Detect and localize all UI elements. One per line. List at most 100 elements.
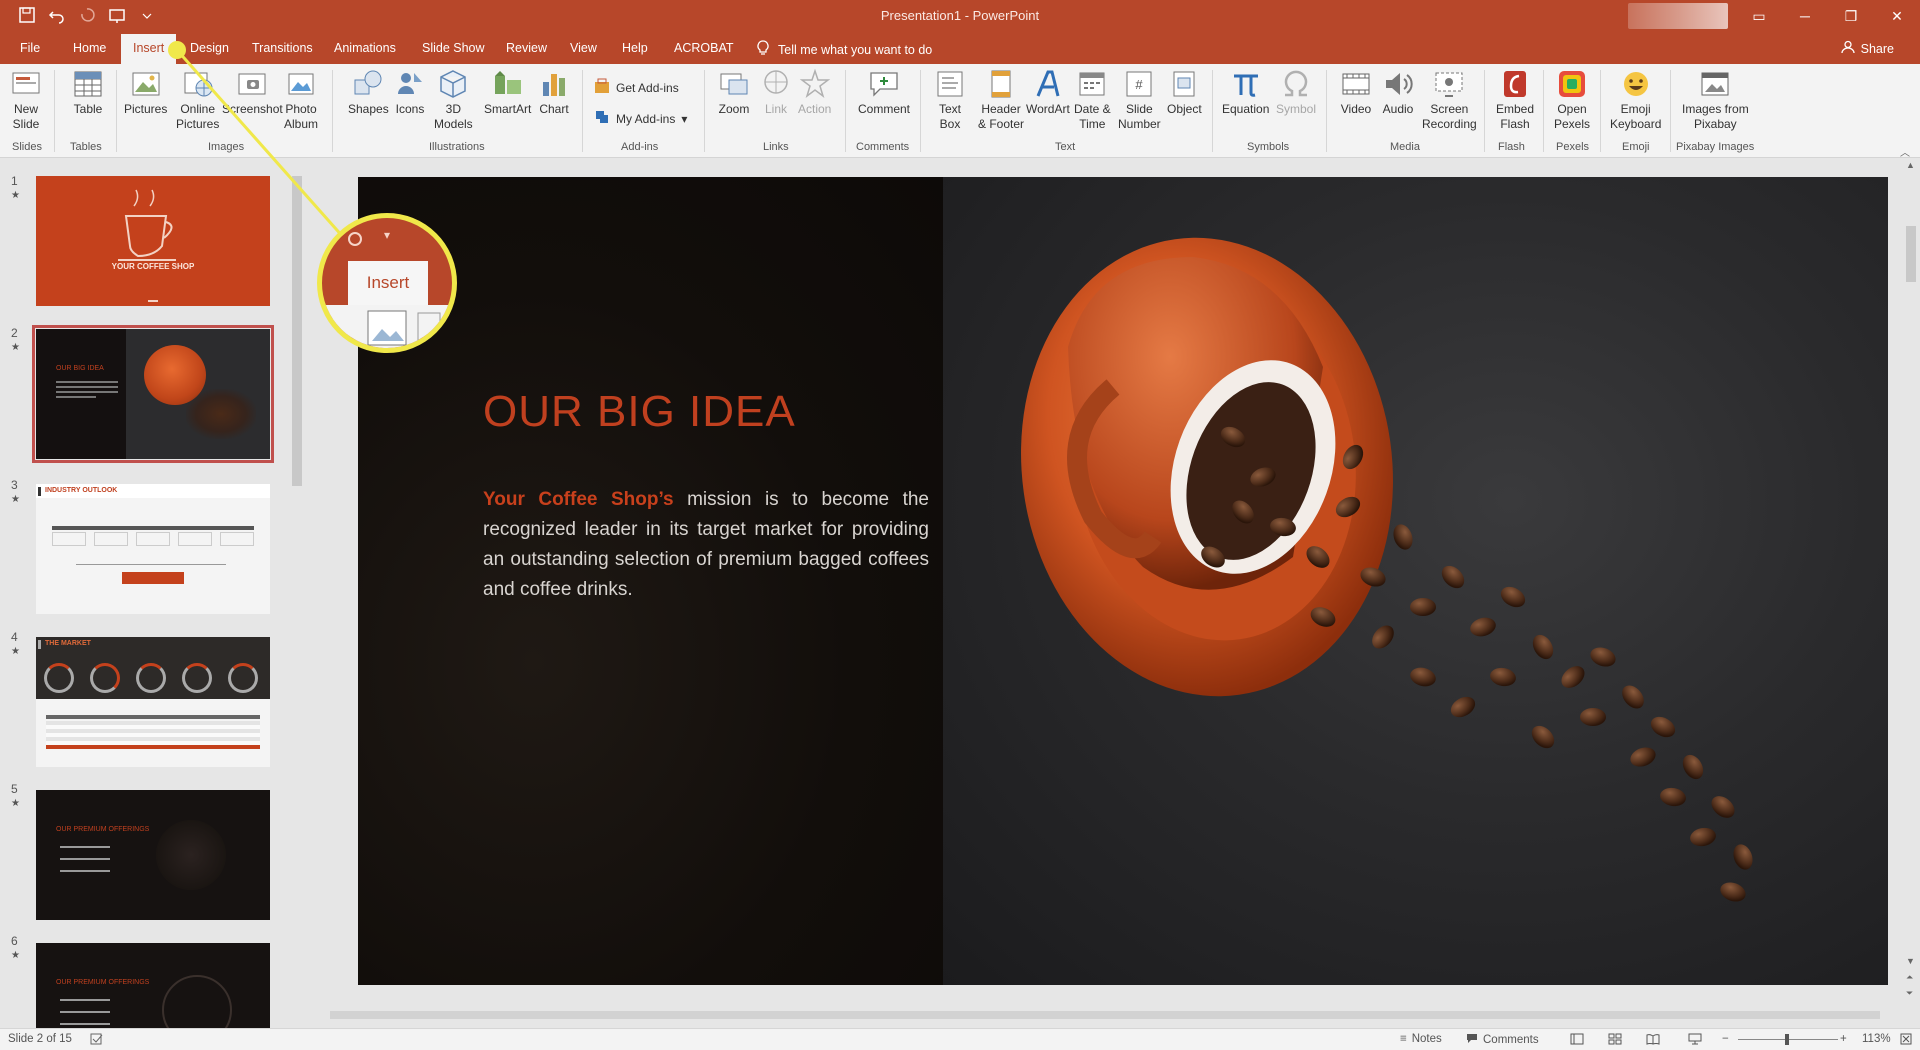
zoom-out-icon[interactable]: −	[1722, 1033, 1729, 1045]
slide-thumbnail-3[interactable]: INDUSTRY OUTLOOK	[36, 484, 270, 614]
transition-star-icon: ★	[11, 950, 20, 961]
slide-thumbnail-2[interactable]: OUR BIG IDEA	[32, 325, 274, 463]
thumbnail-scroll-thumb[interactable]	[292, 176, 302, 486]
tab-help[interactable]: Help	[622, 41, 648, 55]
tab-review[interactable]: Review	[506, 41, 547, 55]
chart-button[interactable]: Chart	[538, 68, 570, 117]
wordart-button[interactable]: WordArt	[1026, 68, 1070, 117]
slide-thumbnail-6[interactable]: OUR PREMIUM OFFERINGS	[36, 943, 270, 1029]
my-addins-button[interactable]: My Add-ins ▾	[594, 109, 687, 128]
group-separator	[1670, 70, 1671, 152]
wordart-icon	[1036, 70, 1060, 97]
tab-transitions[interactable]: Transitions	[252, 41, 313, 55]
tab-home[interactable]: Home	[73, 41, 106, 55]
thumbnail-number: 5	[11, 782, 18, 796]
online-pictures-button[interactable]: Online Pictures	[176, 68, 219, 132]
group-separator	[1484, 70, 1485, 152]
new-slide-button[interactable]: New Slide	[10, 68, 42, 132]
slide-thumbnail-5[interactable]: OUR PREMIUM OFFERINGS	[36, 790, 270, 920]
fit-slide-icon[interactable]	[1900, 1033, 1912, 1045]
get-addins-button[interactable]: Get Add-ins	[594, 78, 679, 97]
video-button[interactable]: Video	[1340, 68, 1372, 117]
slide-scroll-thumb[interactable]	[1906, 226, 1916, 282]
object-button[interactable]: Object	[1167, 68, 1202, 117]
link-button[interactable]: Link	[760, 68, 792, 117]
group-separator	[582, 70, 583, 152]
screenshot-button[interactable]: Screenshot	[222, 68, 283, 117]
tab-view[interactable]: View	[570, 41, 597, 55]
share-button[interactable]: Share	[1840, 40, 1894, 57]
action-button[interactable]: Action	[798, 68, 831, 117]
scroll-up-icon[interactable]: ▲	[1906, 160, 1915, 170]
group-separator	[116, 70, 117, 152]
thumbnail-4-title: THE MARKET	[45, 640, 91, 647]
3d-models-button[interactable]: 3D Models	[434, 68, 473, 132]
slide-number-button[interactable]: # Slide Number	[1118, 68, 1161, 132]
scroll-down-icon[interactable]: ▼	[1906, 956, 1915, 966]
previous-slide-icon[interactable]: ⏶	[1906, 972, 1913, 983]
date-time-button[interactable]: Date & Time	[1074, 68, 1111, 132]
normal-view-icon[interactable]	[1570, 1033, 1584, 1045]
reading-view-icon[interactable]	[1646, 1033, 1660, 1045]
tab-design[interactable]: Design	[190, 41, 229, 55]
screen-recording-button[interactable]: Screen Recording	[1422, 68, 1477, 132]
spell-check-icon[interactable]	[90, 1033, 104, 1045]
slide-vertical-scrollbar[interactable]	[1902, 158, 1920, 1008]
shapes-icon	[354, 70, 382, 95]
table-button[interactable]: Table	[72, 68, 104, 117]
addins-icon	[594, 109, 610, 128]
next-slide-icon[interactable]: ⏷	[1906, 988, 1913, 999]
comment-button[interactable]: Comment	[858, 68, 910, 117]
close-button[interactable]: ✕	[1874, 0, 1920, 32]
embed-flash-button[interactable]: Embed Flash	[1496, 68, 1534, 132]
slide-canvas[interactable]: OUR BIG IDEA Your Coffee Shop’s mission …	[358, 177, 1888, 985]
online-pictures-icon	[184, 72, 213, 97]
slide-title[interactable]: OUR BIG IDEA	[483, 387, 796, 437]
tab-animations[interactable]: Animations	[334, 41, 396, 55]
images-from-pixabay-button[interactable]: Images from Pixabay	[1682, 68, 1749, 132]
notes-button[interactable]: ≡ Notes	[1400, 1033, 1442, 1045]
slide-body-text[interactable]: Your Coffee Shop’s mission is to become …	[483, 485, 929, 605]
slide-show-icon[interactable]	[1688, 1033, 1702, 1045]
tab-insert[interactable]: Insert	[121, 34, 177, 64]
transition-star-icon: ★	[11, 494, 20, 505]
equation-button[interactable]: Equation	[1222, 68, 1269, 117]
symbol-button[interactable]: Symbol	[1276, 68, 1316, 117]
icons-button[interactable]: Icons	[394, 68, 426, 117]
thumbnail-3-title: INDUSTRY OUTLOOK	[45, 487, 118, 494]
svg-text:#: #	[1136, 77, 1144, 92]
minimize-button[interactable]: ─	[1782, 0, 1828, 32]
comments-button[interactable]: Comments	[1466, 1033, 1539, 1047]
audio-button[interactable]: Audio	[1382, 68, 1414, 117]
window-controls: ▭ ─ ❐ ✕	[1736, 0, 1920, 32]
restore-button[interactable]: ❐	[1828, 0, 1874, 32]
transition-star-icon: ★	[11, 342, 20, 353]
slide-thumbnail-4[interactable]: THE MARKET	[36, 637, 270, 767]
account-area[interactable]	[1628, 3, 1728, 29]
tab-slide-show[interactable]: Slide Show	[422, 41, 485, 55]
emoji-keyboard-button[interactable]: Emoji Keyboard	[1610, 68, 1661, 132]
tell-me-box[interactable]: Tell me what you want to do	[756, 40, 932, 59]
zoom-in-icon[interactable]: +	[1840, 1033, 1847, 1045]
tab-acrobat[interactable]: ACROBAT	[674, 41, 734, 55]
photo-album-button[interactable]: Photo Album	[284, 68, 318, 132]
slide-thumbnail-1[interactable]: YOUR COFFEE SHOP	[36, 176, 270, 306]
text-box-button[interactable]: Text Box	[934, 68, 966, 132]
coffee-photo[interactable]	[943, 177, 1888, 985]
zoom-button[interactable]: Zoom	[718, 68, 750, 117]
chevron-down-icon: ▾	[681, 111, 688, 126]
zoom-slider-thumb[interactable]	[1785, 1034, 1789, 1045]
collapse-ribbon-icon[interactable]: ︿	[1900, 144, 1910, 159]
slide-sorter-icon[interactable]	[1608, 1033, 1622, 1045]
smartart-button[interactable]: SmartArt	[484, 68, 531, 117]
tab-file[interactable]: File	[20, 41, 40, 55]
shapes-button[interactable]: Shapes	[348, 68, 389, 117]
group-pexels-label: Pexels	[1556, 141, 1590, 153]
header-footer-button[interactable]: Header & Footer	[978, 68, 1024, 132]
ribbon-display-options-icon[interactable]: ▭	[1736, 0, 1782, 32]
zoom-level[interactable]: 113%	[1862, 1033, 1891, 1045]
open-pexels-button[interactable]: Open Pexels	[1554, 68, 1590, 132]
group-images-label: Images	[208, 141, 245, 153]
pictures-button[interactable]: Pictures	[124, 68, 167, 117]
horizontal-scroll-thumb[interactable]	[330, 1011, 1880, 1019]
